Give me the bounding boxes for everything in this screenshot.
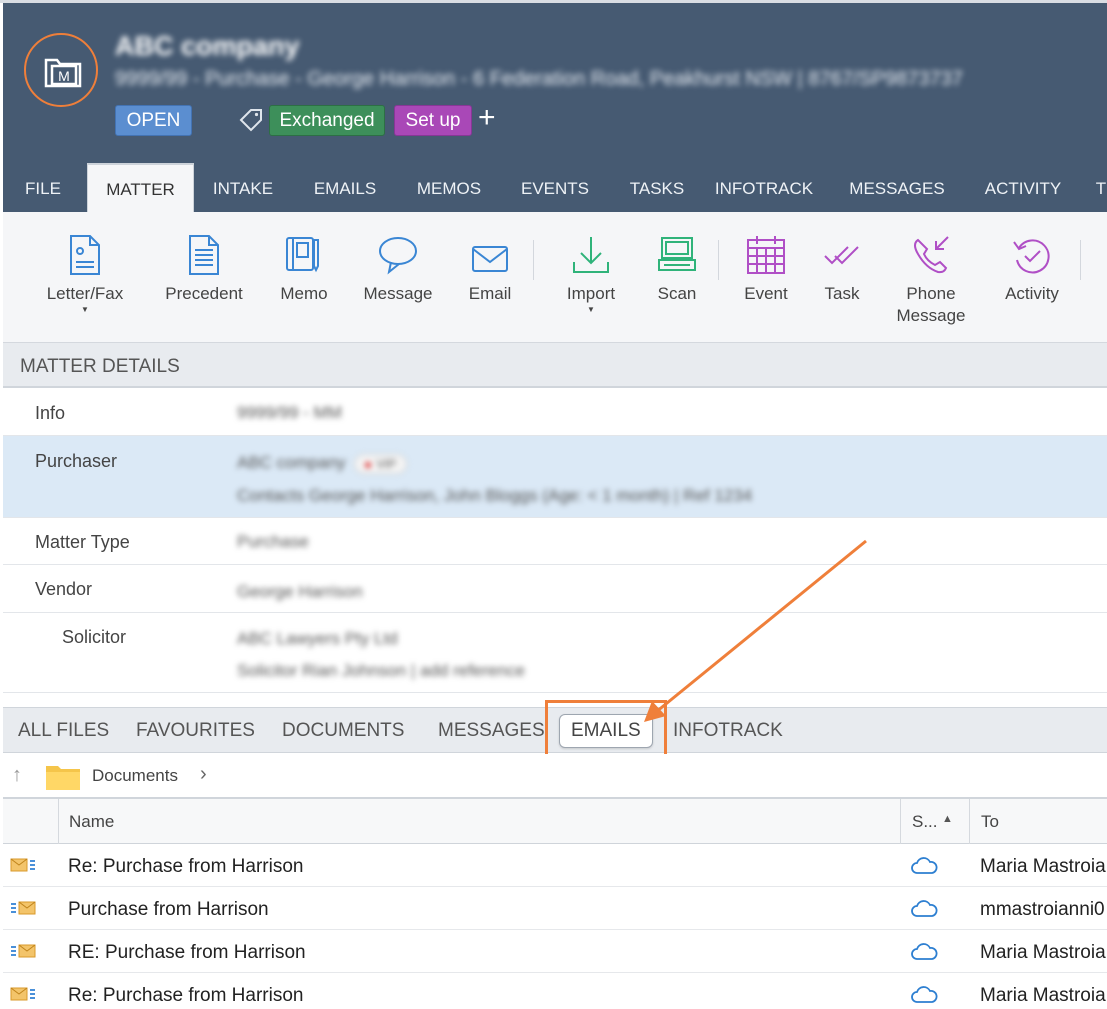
mail-received-icon [10,987,35,1001]
tab-messages[interactable]: MESSAGES [841,163,953,212]
matter-logo: M [24,33,98,107]
file-tab-all-files[interactable]: ALL FILES [18,720,109,742]
detail-row-purchaser[interactable]: Purchaser ABC company VIP Contacts George… [3,436,1107,518]
breadcrumb-documents[interactable]: Documents [92,766,178,786]
ribbon-toolbar: Letter/Fax ▼ Precedent Memo Message Emai… [3,212,1107,343]
letter-fax-button[interactable]: Letter/Fax ▼ [41,230,129,315]
tab-overflow[interactable]: T [1091,163,1107,212]
column-divider [969,799,970,844]
sort-ascending-icon[interactable]: ▲ [942,813,953,825]
column-header-to[interactable]: To [981,812,999,832]
tab-emails[interactable]: EMAILS [297,163,393,212]
column-header-name[interactable]: Name [69,812,114,832]
mail-received-icon [10,858,35,872]
letter-icon [70,235,100,275]
event-button[interactable]: Event [739,230,793,305]
table-row[interactable]: Re: Purchase from Harrison Maria Mastroi… [3,973,1107,1009]
phone-message-button[interactable]: Phone Message [887,230,975,327]
svg-text:M: M [58,68,70,84]
task-icon [824,246,859,265]
up-arrow-icon[interactable]: ↑ [12,764,22,787]
email-icon [472,246,508,272]
tag-exchanged[interactable]: Exchanged [269,105,385,136]
import-icon [573,237,609,273]
ribbon-separator [718,240,719,280]
file-tab-favourites[interactable]: FAVOURITES [136,720,255,742]
table-row[interactable]: Purchase from Harrison mmastroianni0 [3,887,1107,930]
dropdown-caret-icon: ▼ [81,305,89,314]
ribbon-separator [533,240,534,280]
mail-sent-icon [11,901,36,915]
file-tab-documents[interactable]: DOCUMENTS [282,720,404,742]
tab-memos[interactable]: MEMOS [403,163,495,212]
message-button[interactable]: Message [359,230,437,305]
scanner-icon [658,237,696,271]
matter-folder-icon: M [44,58,82,88]
tag-icon[interactable] [237,106,265,134]
email-button[interactable]: Email [459,230,521,305]
cloud-icon [911,857,938,874]
tab-file[interactable]: FILE [3,163,83,212]
chevron-right-icon[interactable]: › [200,763,207,786]
cloud-icon [911,986,938,1003]
activity-button[interactable]: Activity [995,230,1069,305]
main-tabs: FILE MATTER INTAKE EMAILS MEMOS EVENTS T… [3,163,1107,212]
task-button[interactable]: Task [817,230,867,305]
column-header-status[interactable]: S... [912,812,938,832]
cloud-icon [911,943,938,960]
phone-incoming-icon [914,236,949,274]
dropdown-caret-icon: ▼ [587,305,595,314]
tab-infotrack[interactable]: INFOTRACK [708,163,820,212]
table-row[interactable]: Re: Purchase from Harrison Maria Mastroi… [3,844,1107,887]
tab-tasks[interactable]: TASKS [615,163,699,212]
activity-icon [1013,239,1050,274]
detail-row-matter-type[interactable]: Matter Type Purchase [3,518,1107,565]
status-badge-open[interactable]: OPEN [115,105,192,136]
tag-setup[interactable]: Set up [394,105,472,136]
file-tab-infotrack[interactable]: INFOTRACK [673,720,783,742]
calendar-icon [747,236,785,274]
memo-button[interactable]: Memo [271,230,337,305]
column-divider [58,799,59,844]
tab-intake[interactable]: INTAKE [198,163,288,212]
ribbon-separator [1080,240,1081,280]
detail-row-vendor[interactable]: Vendor George Harrison [3,565,1107,613]
cloud-icon [911,900,938,917]
message-icon [379,237,417,275]
mail-sent-icon [11,944,36,958]
tab-matter[interactable]: MATTER [87,163,194,212]
import-button[interactable]: Import ▼ [555,230,627,315]
precedent-button[interactable]: Precedent [158,230,250,305]
folder-icon [46,766,80,790]
email-table-header: Name S... ▲ To [3,799,1107,844]
matter-details-heading: MATTER DETAILS [3,343,1107,388]
tab-activity[interactable]: ACTIVITY [973,163,1073,212]
vip-badge: VIP [353,454,408,474]
column-divider [900,799,901,844]
matter-subtitle: 9999/99 - Purchase - George Harrison - 6… [115,68,963,90]
add-tag-button[interactable]: + [478,102,496,134]
matter-title: ABC company [115,31,300,61]
folder-breadcrumb: ↑ Documents › [3,754,1107,799]
tab-events[interactable]: EVENTS [509,163,601,212]
scan-button[interactable]: Scan [647,230,707,305]
detail-row-solicitor[interactable]: Solicitor ABC Lawyers Pty Ltd Solicitor … [3,613,1107,693]
precedent-icon [189,235,219,275]
detail-row-info[interactable]: Info 9999/99 - MM [3,390,1107,436]
memo-icon [286,237,319,273]
table-row[interactable]: RE: Purchase from Harrison Maria Mastroi… [3,930,1107,973]
file-tab-messages[interactable]: MESSAGES [438,720,545,742]
